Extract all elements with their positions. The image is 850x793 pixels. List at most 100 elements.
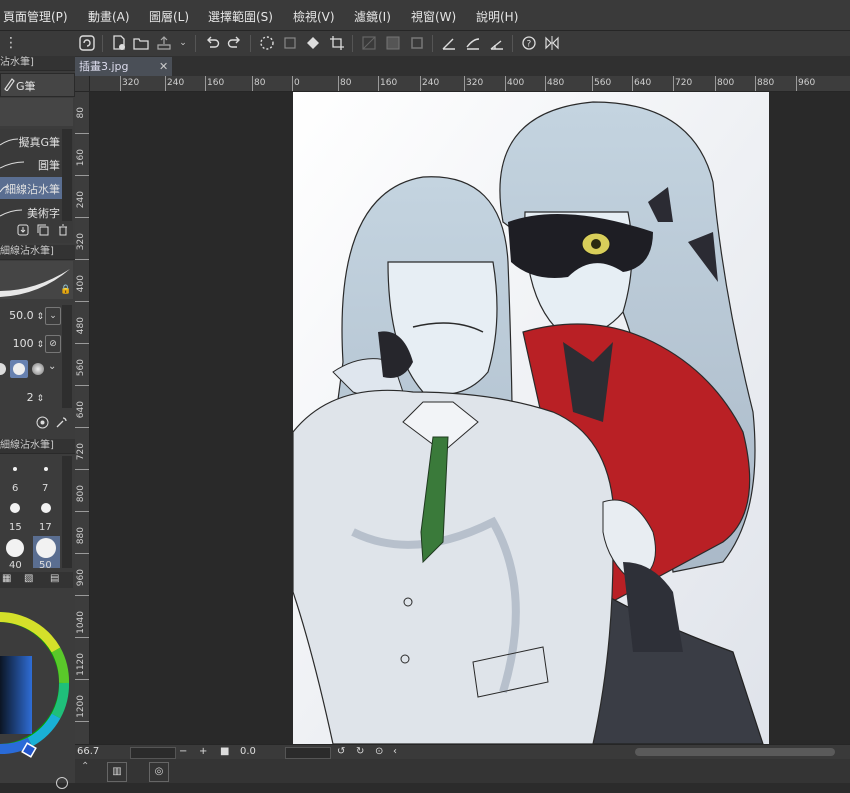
menu-view[interactable]: 檢視(V): [293, 8, 335, 25]
horizontal-scrollbar[interactable]: [635, 748, 835, 756]
ruler-tick: [75, 721, 89, 722]
flip-horizontal-icon[interactable]: [543, 34, 561, 52]
menu-selection[interactable]: 選擇範圍(S): [208, 8, 273, 25]
ruler-tick: [75, 217, 89, 218]
snap-to-grid-icon[interactable]: [488, 34, 506, 52]
layer-panel-icon[interactable]: ▥: [107, 762, 127, 782]
menu-help[interactable]: 說明(H): [476, 8, 518, 25]
brush-item-realistic-g-pen[interactable]: 擬真G筆: [0, 130, 62, 152]
zoom-out-icon[interactable]: −: [179, 746, 187, 757]
duplicate-icon[interactable]: [37, 224, 49, 239]
sub-tool-panel-title: 沾水筆]: [0, 56, 75, 71]
redo-icon[interactable]: [226, 34, 244, 52]
ruler-tick-label: 1120: [76, 653, 86, 676]
property-scrollbar[interactable]: [62, 305, 72, 408]
settings-icon[interactable]: [36, 416, 49, 432]
brush-item-fine-dip-pen[interactable]: 細線沾水筆: [0, 177, 62, 199]
brush-shape-selector[interactable]: ⌄: [0, 359, 60, 379]
ruler-tick-label: 160: [76, 149, 86, 167]
fill-icon[interactable]: [304, 34, 322, 52]
menu-page-management[interactable]: 頁面管理(P): [3, 8, 68, 25]
color-set-tab-icon[interactable]: ▧: [24, 573, 33, 584]
size-presets-scrollbar[interactable]: [62, 456, 72, 568]
pressure-toggle-icon[interactable]: ⌄: [45, 307, 61, 325]
color-wheel[interactable]: [0, 599, 75, 771]
transform-icon[interactable]: [281, 34, 299, 52]
rotation-value[interactable]: 0.0: [240, 746, 256, 757]
new-file-icon[interactable]: [110, 34, 128, 52]
trash-icon[interactable]: [57, 224, 69, 239]
lock-icon[interactable]: 🔒: [60, 285, 71, 295]
menu-filter[interactable]: 濾鏡(I): [354, 8, 391, 25]
ruler-tick-label: 800: [76, 485, 86, 503]
opacity-toggle-icon[interactable]: ⊘: [45, 335, 61, 353]
size-preset-label: 7: [42, 483, 49, 494]
size-preset-dot[interactable]: [6, 539, 24, 557]
snap-to-special-ruler-icon[interactable]: [464, 34, 482, 52]
size-preset-dot[interactable]: [10, 503, 20, 513]
current-tool-label: G筆: [16, 80, 36, 93]
undo-icon[interactable]: [203, 34, 221, 52]
open-folder-icon[interactable]: [132, 34, 150, 52]
ruler-tick: [592, 76, 593, 91]
zoom-value[interactable]: 66.7: [77, 746, 99, 757]
help-icon[interactable]: ?: [520, 34, 538, 52]
snap-to-ruler-icon[interactable]: [440, 34, 458, 52]
pen-icon: [3, 77, 15, 94]
rotate-right-icon[interactable]: ↻: [356, 746, 364, 757]
ruler-vertical: 80 160 240 320 400 480 560 640 720 800 880 960 1040 1…: [75, 91, 90, 744]
import-icon[interactable]: [17, 224, 29, 239]
size-preset-dot[interactable]: [41, 503, 51, 513]
ruler-tick: [75, 259, 89, 260]
opacity-field[interactable]: 100 ⇕: [0, 335, 44, 353]
export-icon[interactable]: [155, 34, 173, 52]
document-tab-title: 插畫3.jpg: [79, 60, 129, 73]
rotation-slider[interactable]: [285, 747, 331, 759]
size-preset-dot[interactable]: [44, 467, 48, 471]
reset-rotation-icon[interactable]: ⊙: [375, 746, 383, 757]
history-tab-icon[interactable]: ▤: [50, 573, 59, 584]
app-logo-icon[interactable]: [78, 34, 96, 52]
current-tool-row[interactable]: G筆: [0, 73, 75, 97]
eyedropper-icon[interactable]: [55, 776, 69, 793]
select-all-icon[interactable]: [408, 34, 426, 52]
chevron-down-icon[interactable]: ⌄: [174, 34, 192, 52]
loading-spinner-icon[interactable]: [258, 34, 276, 52]
zoom-in-icon[interactable]: +: [199, 746, 207, 757]
wrench-icon[interactable]: [55, 416, 68, 432]
color-wheel-tab-icon[interactable]: ▦: [2, 573, 11, 584]
rotate-left-icon[interactable]: ↺: [337, 746, 345, 757]
close-icon[interactable]: ✕: [159, 57, 168, 76]
size-preset-dot[interactable]: [13, 467, 17, 471]
brush-size-field[interactable]: 50.0 ⇕: [0, 307, 44, 325]
ruler-tick: [464, 76, 465, 91]
document-tab[interactable]: 插畫3.jpg ✕: [75, 57, 172, 76]
menu-animation[interactable]: 動畫(A): [88, 8, 130, 25]
menu-window[interactable]: 視窗(W): [411, 8, 456, 25]
brush-item-round-pen[interactable]: 圓筆: [0, 153, 62, 175]
zoom-slider[interactable]: [130, 747, 176, 759]
ruler-tick: [505, 76, 506, 91]
chevron-left-icon[interactable]: ‹: [393, 746, 397, 757]
stabilization-field[interactable]: 2 ⇕: [0, 389, 44, 407]
ruler-tick-label: 880: [76, 527, 86, 545]
artwork-canvas[interactable]: [293, 92, 769, 744]
canvas-workspace[interactable]: [90, 92, 850, 744]
ruler-tick-label: 480: [547, 78, 565, 88]
ruler-tick-label: 320: [122, 78, 140, 88]
ruler-tick: [205, 76, 206, 91]
brush-item-calligraphy[interactable]: 美術字: [0, 201, 62, 223]
ruler-tick: [75, 385, 89, 386]
hide-selection-icon[interactable]: [360, 34, 378, 52]
ruler-tick-label: 320: [76, 233, 86, 251]
navigator-icon[interactable]: ◎: [149, 762, 169, 782]
menu-layer[interactable]: 圖層(L): [149, 8, 189, 25]
clear-outside-icon[interactable]: [384, 34, 402, 52]
fit-icon[interactable]: ■: [220, 746, 229, 757]
crop-icon[interactable]: [328, 34, 346, 52]
brush-list-scrollbar[interactable]: [62, 129, 72, 221]
ruler-tick: [796, 76, 797, 91]
size-preset-dot[interactable]: [36, 538, 56, 558]
chevron-up-icon[interactable]: ⌃: [81, 761, 89, 772]
ruler-tick-label: 800: [717, 78, 735, 88]
